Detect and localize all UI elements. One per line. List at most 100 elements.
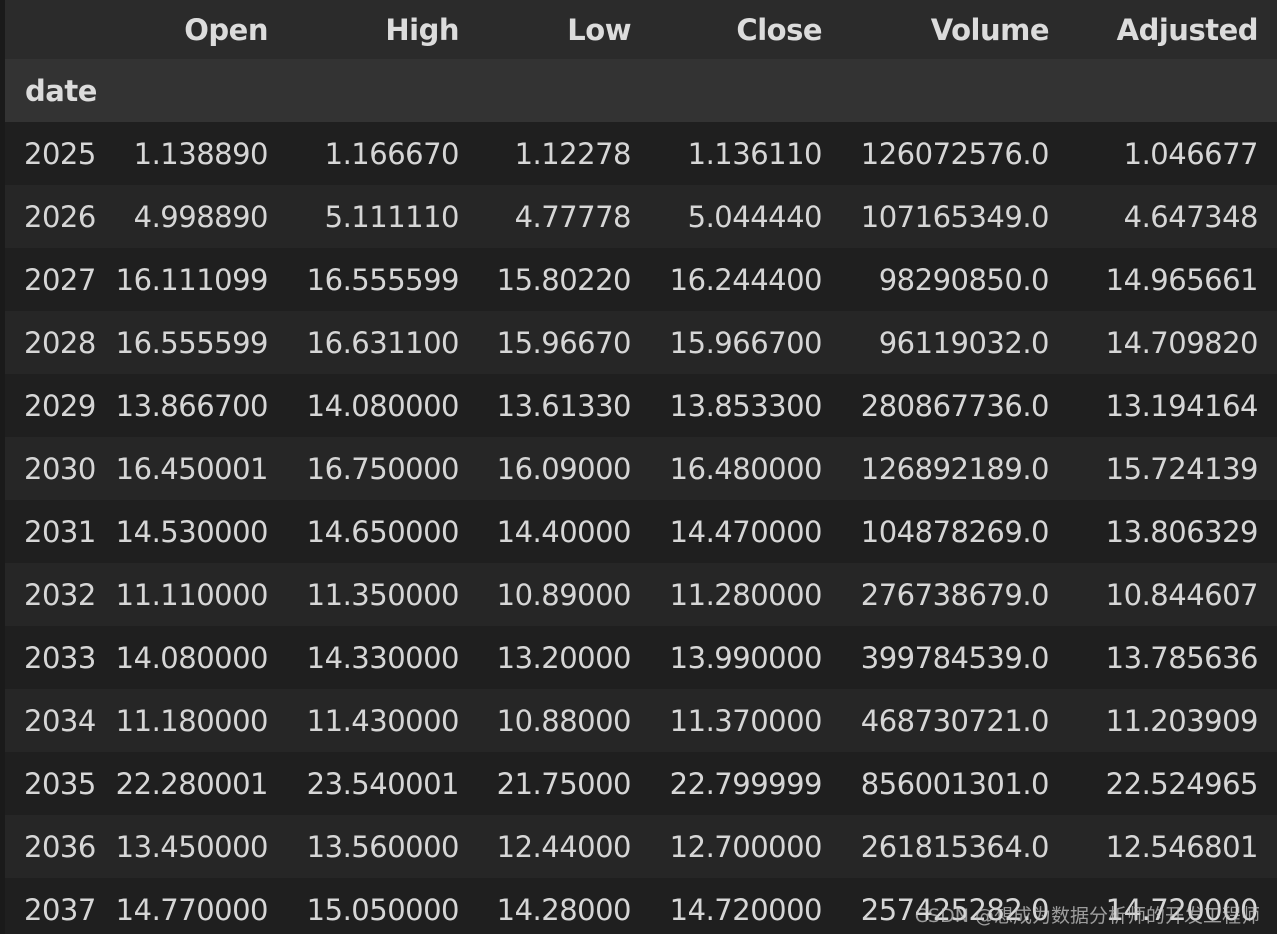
cell-adjusted: 14.720000 bbox=[1105, 892, 1259, 927]
cell-close: 16.480000 bbox=[669, 451, 823, 486]
cell-low: 15.96670 bbox=[496, 325, 632, 360]
cell-volume: 126072576.0 bbox=[860, 136, 1050, 171]
table-row: 2034 11.180000 11.430000 10.88000 11.370000 4… bbox=[5, 689, 1277, 752]
header-corner bbox=[5, 0, 101, 59]
cell-low: 13.61330 bbox=[496, 388, 632, 423]
cell-high: 5.111110 bbox=[324, 199, 460, 234]
cell-high: 11.430000 bbox=[306, 703, 460, 738]
cell-open: 14.530000 bbox=[115, 514, 269, 549]
table-row: 2037 14.770000 15.050000 14.28000 14.720000 2… bbox=[5, 878, 1277, 934]
cell-volume: 280867736.0 bbox=[860, 388, 1050, 423]
cell-low: 10.88000 bbox=[496, 703, 632, 738]
table-row: 2027 16.111099 16.555599 15.80220 16.244400 9… bbox=[5, 248, 1277, 311]
column-header-open: Open bbox=[184, 12, 268, 47]
cell-high: 14.650000 bbox=[306, 514, 460, 549]
cell-high: 16.750000 bbox=[306, 451, 460, 486]
cell-volume: 276738679.0 bbox=[860, 577, 1050, 612]
row-index-date: 2026 bbox=[24, 199, 96, 234]
cell-adjusted: 22.524965 bbox=[1105, 766, 1259, 801]
cell-high: 16.631100 bbox=[306, 325, 460, 360]
cell-close: 14.470000 bbox=[669, 514, 823, 549]
row-index-date: 2032 bbox=[24, 577, 96, 612]
cell-open: 14.080000 bbox=[115, 640, 269, 675]
column-header-low: Low bbox=[567, 12, 631, 47]
cell-adjusted: 13.785636 bbox=[1105, 640, 1259, 675]
table-row: 2030 16.450001 16.750000 16.09000 16.480000 1… bbox=[5, 437, 1277, 500]
cell-adjusted: 12.546801 bbox=[1105, 829, 1259, 864]
dataframe-table: Open High Low Close Volume Adjusted date… bbox=[5, 0, 1277, 934]
cell-volume: 104878269.0 bbox=[860, 514, 1050, 549]
column-header-high: High bbox=[385, 12, 459, 47]
cell-volume: 107165349.0 bbox=[860, 199, 1050, 234]
table-row: 2035 22.280001 23.540001 21.75000 22.799999 8… bbox=[5, 752, 1277, 815]
cell-close: 14.720000 bbox=[669, 892, 823, 927]
cell-low: 4.77778 bbox=[514, 199, 632, 234]
cell-high: 13.560000 bbox=[306, 829, 460, 864]
cell-adjusted: 11.203909 bbox=[1105, 703, 1259, 738]
cell-close: 5.044440 bbox=[687, 199, 823, 234]
index-name-label: date bbox=[25, 73, 97, 108]
row-index-date: 2036 bbox=[24, 829, 96, 864]
cell-adjusted: 14.709820 bbox=[1105, 325, 1259, 360]
table-row: 2025 1.138890 1.166670 1.12278 1.136110 12607… bbox=[5, 122, 1277, 185]
cell-close: 11.280000 bbox=[669, 577, 823, 612]
cell-volume: 399784539.0 bbox=[860, 640, 1050, 675]
cell-open: 22.280001 bbox=[115, 766, 269, 801]
table-row: 2026 4.998890 5.111110 4.77778 5.044440 10716… bbox=[5, 185, 1277, 248]
cell-volume: 856001301.0 bbox=[860, 766, 1050, 801]
table-row: 2033 14.080000 14.330000 13.20000 13.990000 3… bbox=[5, 626, 1277, 689]
cell-close: 1.136110 bbox=[687, 136, 823, 171]
column-header-close: Close bbox=[736, 12, 822, 47]
cell-volume: 261815364.0 bbox=[860, 829, 1050, 864]
cell-open: 1.138890 bbox=[133, 136, 269, 171]
cell-high: 15.050000 bbox=[306, 892, 460, 927]
row-index-date: 2033 bbox=[24, 640, 96, 675]
table-row: 2031 14.530000 14.650000 14.40000 14.470000 1… bbox=[5, 500, 1277, 563]
cell-adjusted: 1.046677 bbox=[1123, 136, 1259, 171]
cell-close: 13.990000 bbox=[669, 640, 823, 675]
row-index-date: 2027 bbox=[24, 262, 96, 297]
cell-open: 4.998890 bbox=[133, 199, 269, 234]
table-row: 2032 11.110000 11.350000 10.89000 11.280000 2… bbox=[5, 563, 1277, 626]
cell-high: 14.330000 bbox=[306, 640, 460, 675]
row-index-date: 2037 bbox=[24, 892, 96, 927]
cell-open: 11.180000 bbox=[115, 703, 269, 738]
cell-low: 13.20000 bbox=[496, 640, 632, 675]
column-header-row: Open High Low Close Volume Adjusted bbox=[5, 0, 1277, 59]
cell-high: 14.080000 bbox=[306, 388, 460, 423]
cell-volume: 96119032.0 bbox=[878, 325, 1050, 360]
cell-close: 22.799999 bbox=[669, 766, 823, 801]
cell-high: 11.350000 bbox=[306, 577, 460, 612]
cell-low: 10.89000 bbox=[496, 577, 632, 612]
row-index-date: 2025 bbox=[24, 136, 96, 171]
cell-low: 1.12278 bbox=[514, 136, 632, 171]
table-row: 2036 13.450000 13.560000 12.44000 12.700000 2… bbox=[5, 815, 1277, 878]
cell-open: 16.555599 bbox=[115, 325, 269, 360]
cell-adjusted: 4.647348 bbox=[1123, 199, 1259, 234]
dataframe-output: Open High Low Close Volume Adjusted date… bbox=[5, 0, 1277, 934]
cell-volume: 126892189.0 bbox=[860, 451, 1050, 486]
cell-open: 13.866700 bbox=[115, 388, 269, 423]
cell-high: 16.555599 bbox=[306, 262, 460, 297]
cell-low: 21.75000 bbox=[496, 766, 632, 801]
cell-open: 16.111099 bbox=[115, 262, 269, 297]
index-name-row: date bbox=[5, 59, 1277, 122]
cell-adjusted: 10.844607 bbox=[1105, 577, 1259, 612]
table-body: 2025 1.138890 1.166670 1.12278 1.136110 12607… bbox=[5, 122, 1277, 934]
table-row: 2028 16.555599 16.631100 15.96670 15.966700 9… bbox=[5, 311, 1277, 374]
cell-low: 15.80220 bbox=[496, 262, 632, 297]
cell-close: 16.244400 bbox=[669, 262, 823, 297]
cell-volume: 98290850.0 bbox=[878, 262, 1050, 297]
cell-close: 15.966700 bbox=[669, 325, 823, 360]
cell-open: 11.110000 bbox=[115, 577, 269, 612]
table-row: 2029 13.866700 14.080000 13.61330 13.853300 2… bbox=[5, 374, 1277, 437]
cell-open: 16.450001 bbox=[115, 451, 269, 486]
row-index-date: 2028 bbox=[24, 325, 96, 360]
cell-close: 11.370000 bbox=[669, 703, 823, 738]
cell-adjusted: 13.194164 bbox=[1105, 388, 1259, 423]
cell-high: 23.540001 bbox=[306, 766, 460, 801]
cell-adjusted: 15.724139 bbox=[1105, 451, 1259, 486]
cell-high: 1.166670 bbox=[324, 136, 460, 171]
cell-open: 13.450000 bbox=[115, 829, 269, 864]
cell-open: 14.770000 bbox=[115, 892, 269, 927]
